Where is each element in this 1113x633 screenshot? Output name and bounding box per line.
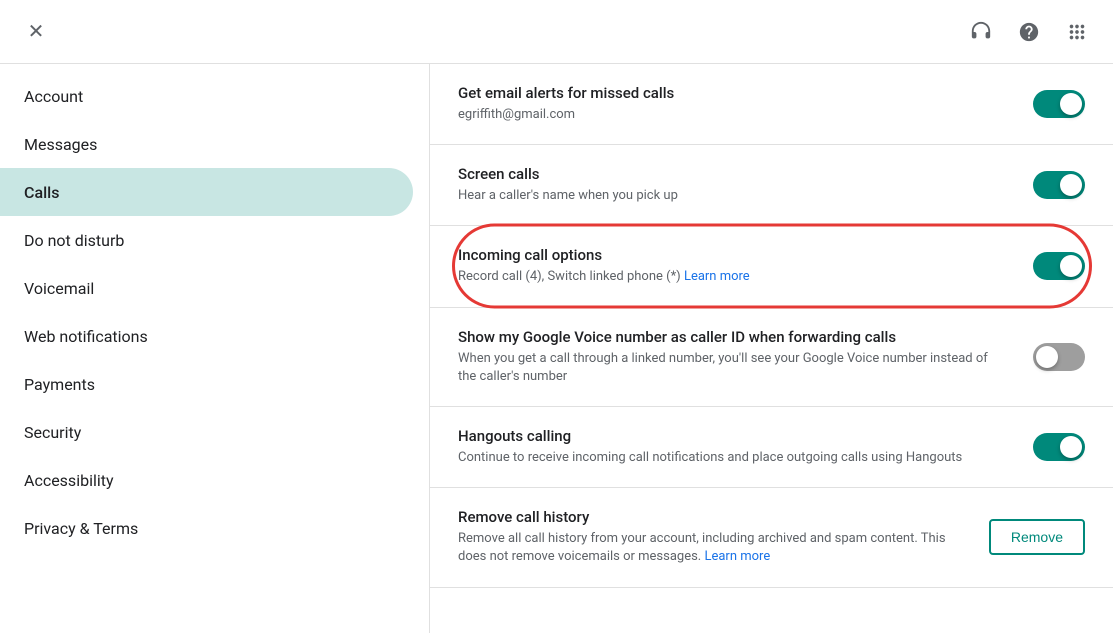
- headset-icon-button[interactable]: [961, 12, 1001, 52]
- sidebar-item-payments[interactable]: Payments: [0, 360, 413, 408]
- setting-title-remove-call-history: Remove call history: [458, 508, 965, 526]
- setting-control-email-alerts: [1033, 90, 1085, 118]
- setting-desc-hangouts-calling: Continue to receive incoming call notifi…: [458, 449, 1009, 467]
- sidebar-item-voicemail[interactable]: Voicemail: [0, 264, 413, 312]
- setting-row-incoming-call-options: Incoming call options Record call (4), Sw…: [430, 226, 1113, 307]
- sidebar-item-security[interactable]: Security: [0, 408, 413, 456]
- learn-more-link-remove-call-history[interactable]: Learn more: [704, 549, 770, 564]
- toggle-screen-calls[interactable]: [1033, 171, 1085, 199]
- sidebar: AccountMessagesCallsDo not disturbVoicem…: [0, 64, 430, 633]
- content-area: Get email alerts for missed calls egriffi…: [430, 64, 1113, 633]
- sidebar-item-do-not-disturb[interactable]: Do not disturb: [0, 216, 413, 264]
- sidebar-item-calls[interactable]: Calls: [0, 168, 413, 216]
- setting-info-screen-calls: Screen calls Hear a caller's name when yo…: [458, 165, 1009, 205]
- setting-row-caller-id: Show my Google Voice number as caller ID…: [430, 308, 1113, 407]
- setting-row-email-alerts: Get email alerts for missed calls egriffi…: [430, 64, 1113, 145]
- sidebar-item-accessibility[interactable]: Accessibility: [0, 456, 413, 504]
- setting-info-incoming-call-options: Incoming call options Record call (4), Sw…: [458, 246, 1009, 286]
- header-icons: [961, 12, 1097, 52]
- sidebar-item-account[interactable]: Account: [0, 72, 413, 120]
- setting-title-caller-id: Show my Google Voice number as caller ID…: [458, 328, 1009, 346]
- help-icon: [1018, 21, 1040, 43]
- grid-icon-button[interactable]: [1057, 12, 1097, 52]
- grid-icon: [1066, 21, 1088, 43]
- setting-row-remove-call-history: Remove call history Remove all call histo…: [430, 488, 1113, 587]
- close-button[interactable]: ✕: [16, 12, 56, 52]
- setting-title-screen-calls: Screen calls: [458, 165, 1009, 183]
- header-left: ✕: [16, 12, 961, 52]
- remove-button-remove-call-history[interactable]: Remove: [989, 519, 1085, 555]
- setting-desc-caller-id: When you get a call through a linked num…: [458, 350, 1009, 386]
- toggle-email-alerts[interactable]: [1033, 90, 1085, 118]
- sidebar-item-messages[interactable]: Messages: [0, 120, 413, 168]
- learn-more-link-incoming-call-options[interactable]: Learn more: [684, 269, 750, 284]
- setting-info-hangouts-calling: Hangouts calling Continue to receive inco…: [458, 427, 1009, 467]
- header: ✕: [0, 0, 1113, 64]
- main-layout: AccountMessagesCallsDo not disturbVoicem…: [0, 64, 1113, 633]
- setting-control-caller-id: [1033, 343, 1085, 371]
- setting-row-hangouts-calling: Hangouts calling Continue to receive inco…: [430, 407, 1113, 488]
- setting-desc-email-alerts: egriffith@gmail.com: [458, 106, 1009, 124]
- setting-title-incoming-call-options: Incoming call options: [458, 246, 1009, 264]
- toggle-hangouts-calling[interactable]: [1033, 433, 1085, 461]
- toggle-caller-id[interactable]: [1033, 343, 1085, 371]
- setting-title-hangouts-calling: Hangouts calling: [458, 427, 1009, 445]
- setting-info-remove-call-history: Remove call history Remove all call histo…: [458, 508, 965, 566]
- toggle-incoming-call-options[interactable]: [1033, 252, 1085, 280]
- setting-control-remove-call-history: Remove: [989, 519, 1085, 555]
- help-icon-button[interactable]: [1009, 12, 1049, 52]
- setting-control-hangouts-calling: [1033, 433, 1085, 461]
- setting-desc-remove-call-history: Remove all call history from your accoun…: [458, 530, 965, 566]
- setting-control-screen-calls: [1033, 171, 1085, 199]
- sidebar-item-web-notifications[interactable]: Web notifications: [0, 312, 413, 360]
- setting-title-email-alerts: Get email alerts for missed calls: [458, 84, 1009, 102]
- sidebar-item-privacy-terms[interactable]: Privacy & Terms: [0, 504, 413, 552]
- setting-control-incoming-call-options: [1033, 252, 1085, 280]
- setting-desc-incoming-call-options: Record call (4), Switch linked phone (*)…: [458, 268, 1009, 286]
- headset-icon: [970, 21, 992, 43]
- setting-info-caller-id: Show my Google Voice number as caller ID…: [458, 328, 1009, 386]
- setting-info-email-alerts: Get email alerts for missed calls egriffi…: [458, 84, 1009, 124]
- setting-desc-screen-calls: Hear a caller's name when you pick up: [458, 187, 1009, 205]
- setting-row-screen-calls: Screen calls Hear a caller's name when yo…: [430, 145, 1113, 226]
